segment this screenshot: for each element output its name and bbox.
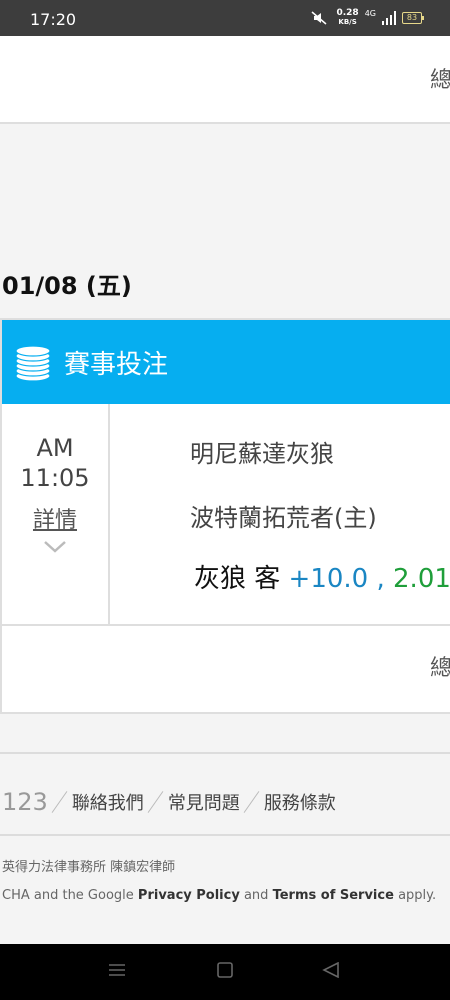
law-firm-text: 英得力法律事務所 陳鎮宏律師 — [2, 860, 176, 875]
slash-divider — [147, 791, 165, 813]
status-bar: 17:20 0.28 KB/S 4G 83 — [0, 0, 450, 36]
status-icons: 0.28 KB/S 4G 83 — [310, 8, 424, 27]
menu-icon[interactable] — [108, 962, 126, 978]
faq-link[interactable]: 常見問題 — [168, 789, 240, 815]
total-label: 總 — [429, 68, 450, 93]
status-time: 17:20 — [30, 10, 77, 29]
recaptcha-notice: CHA and the Google Privacy Policy and Te… — [2, 888, 437, 903]
date-heading: 01/08 (五) — [2, 272, 132, 300]
event-title: 賽事投注 — [64, 350, 169, 380]
match-time-column: AM 11:05 詳情 — [2, 404, 110, 624]
summary-card-top: 總 — [0, 36, 450, 124]
home-icon[interactable] — [216, 962, 234, 978]
details-link[interactable]: 詳情 — [33, 502, 77, 534]
contact-us-link[interactable]: 聯絡我們 — [72, 789, 144, 815]
slash-divider — [51, 791, 69, 813]
footer-divider — [0, 834, 450, 836]
net-speed: 0.28 KB/S — [336, 8, 359, 27]
bet-odds: 2.01 — [393, 564, 450, 594]
event-header: 賽事投注 — [2, 320, 450, 404]
bet-separator: , — [376, 564, 385, 594]
back-icon[interactable] — [322, 962, 340, 978]
mute-icon — [311, 11, 327, 25]
event-card: 賽事投注 AM 11:05 詳情 明尼蘇達灰狼 波特蘭拓荒者(主) 灰狼 客 +… — [0, 318, 450, 714]
coins-icon — [15, 345, 51, 382]
privacy-policy-link[interactable]: Privacy Policy — [138, 888, 240, 903]
bet-team: 灰狼 客 — [194, 564, 281, 594]
visitor-count: 123 — [2, 788, 48, 816]
terms-link[interactable]: 服務條款 — [264, 789, 336, 815]
row-divider — [2, 624, 450, 626]
teams: 明尼蘇達灰狼 波特蘭拓荒者(主) — [190, 434, 377, 562]
terms-of-service-link[interactable]: Terms of Service — [273, 888, 394, 903]
signal-icon — [382, 11, 396, 25]
footer-divider — [0, 752, 450, 754]
match-time: 11:05 — [20, 464, 90, 492]
bet-handicap: +10.0 — [288, 564, 369, 594]
footer-links: 123 聯絡我們 常見問題 服務條款 — [2, 788, 336, 816]
battery-icon: 83 — [402, 12, 424, 24]
bet-line[interactable]: 灰狼 客 +10.0 , 2.01 — [194, 558, 450, 595]
match-ampm: AM — [36, 434, 74, 462]
home-team: 波特蘭拓荒者(主) — [190, 504, 377, 532]
away-team: 明尼蘇達灰狼 — [190, 440, 334, 468]
slash-divider — [243, 791, 261, 813]
chevron-down-icon[interactable] — [43, 540, 67, 554]
network-type: 4G — [364, 8, 376, 18]
system-nav-bar — [0, 944, 450, 1000]
total-label: 總 — [429, 656, 450, 681]
